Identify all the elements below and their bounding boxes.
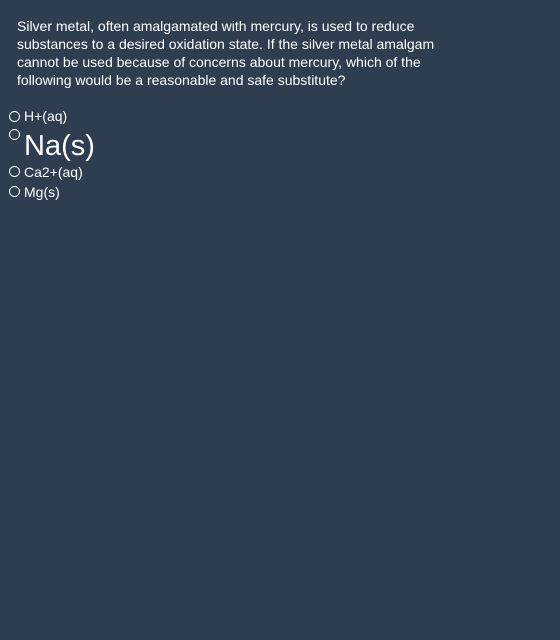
option-h-plus[interactable]: H+(aq) (8, 108, 95, 128)
option-ca2-plus[interactable]: Ca2+(aq) (8, 164, 95, 184)
option-label: Mg(s) (24, 184, 60, 200)
option-label: Na(s) (24, 130, 95, 162)
answer-options: H+(aq) Na(s) Ca2+(aq) Mg(s) (8, 107, 95, 204)
radio-button-icon[interactable] (9, 166, 20, 177)
radio-button-icon[interactable] (9, 129, 20, 140)
option-label: H+(aq) (24, 108, 68, 124)
radio-button-icon[interactable] (9, 186, 20, 197)
option-label: Ca2+(aq) (24, 164, 83, 180)
question-text: Silver metal, often amalgamated with mer… (17, 18, 435, 88)
option-mg[interactable]: Mg(s) (8, 184, 95, 204)
radio-button-icon[interactable] (9, 111, 20, 122)
option-na[interactable]: Na(s) (8, 128, 95, 162)
